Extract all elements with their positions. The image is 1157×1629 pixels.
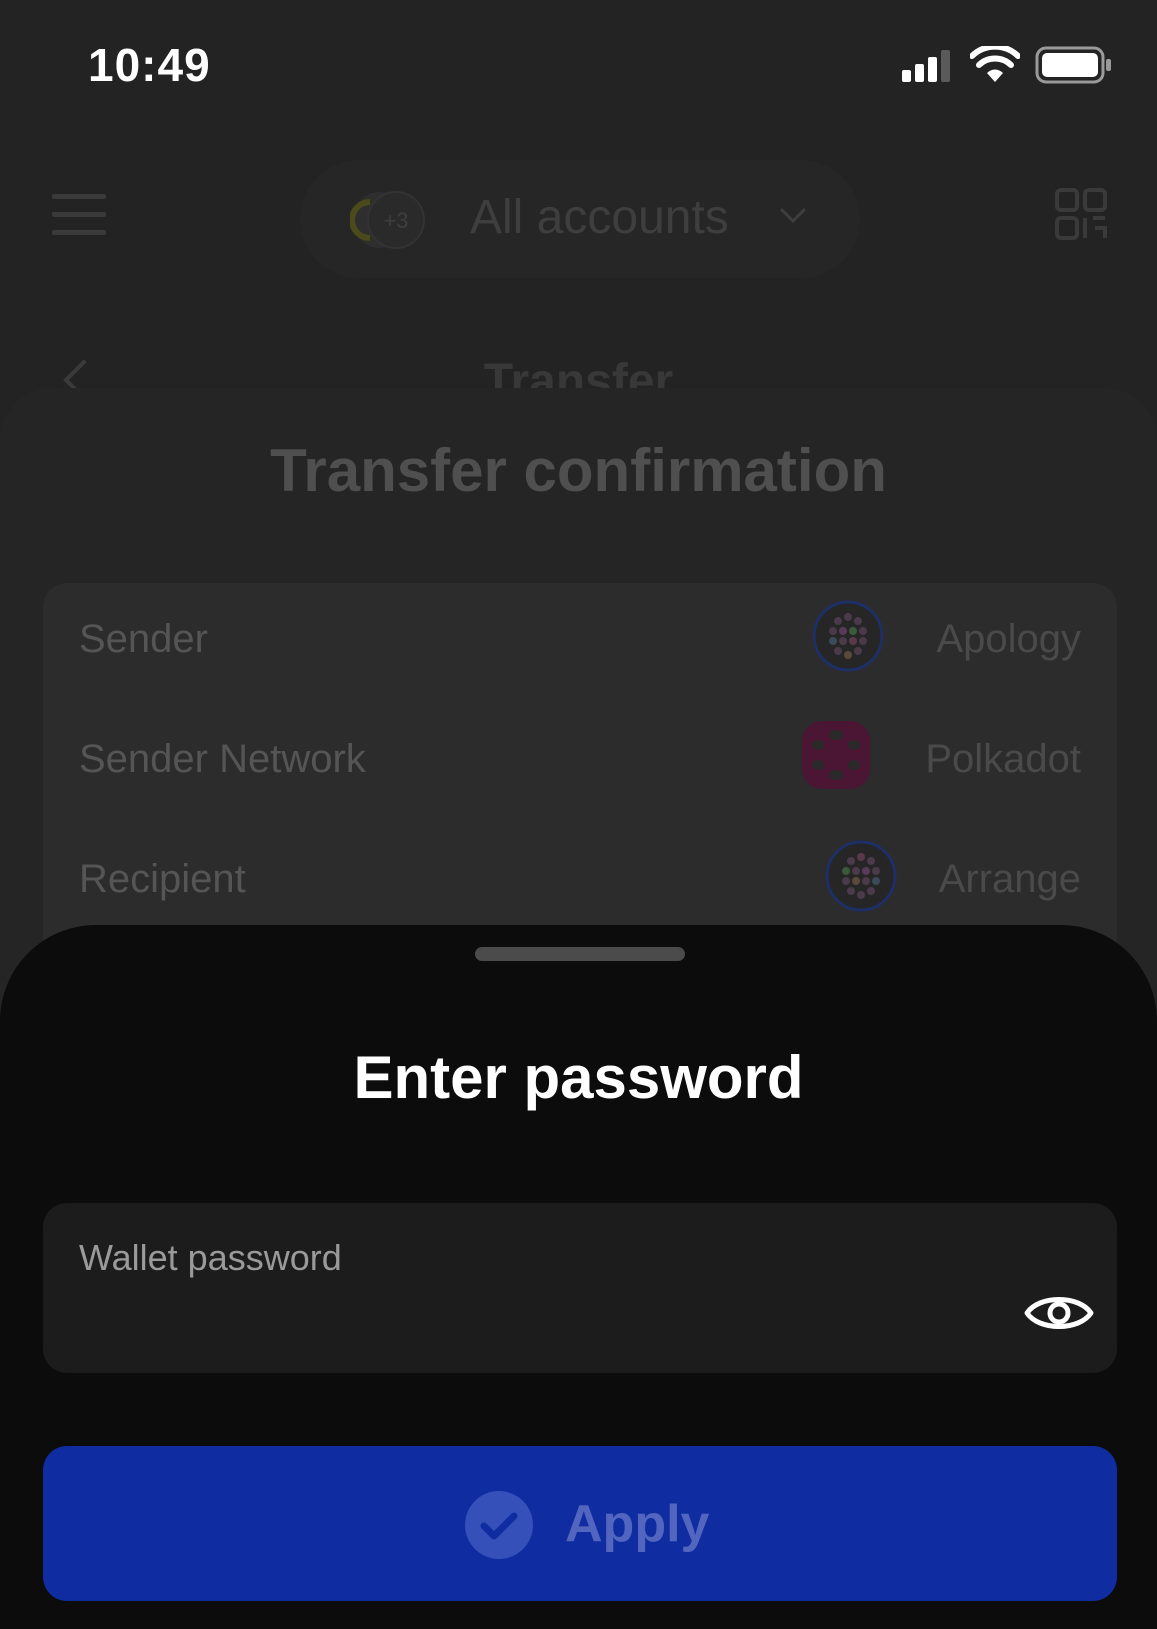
battery-full-icon xyxy=(1035,46,1111,84)
apply-button-label: Apply xyxy=(565,1495,710,1553)
wifi-icon xyxy=(970,46,1020,82)
sheet-drag-handle[interactable] xyxy=(475,947,685,961)
detail-value: Apology xyxy=(936,617,1081,661)
detail-label: Sender Network xyxy=(79,737,366,781)
status-time: 10:49 xyxy=(88,39,211,91)
account-selector-label: All accounts xyxy=(470,191,729,244)
password-field-label: Wallet password xyxy=(79,1237,342,1278)
detail-value: Polkadot xyxy=(925,737,1081,781)
detail-label: Recipient xyxy=(79,857,246,901)
detail-row-recipient: Recipient Arrange xyxy=(43,831,1117,921)
avatar-badge: +3 xyxy=(383,208,408,233)
qr-scan-icon[interactable] xyxy=(1055,188,1107,240)
status-bar: 10:49 xyxy=(0,0,1157,130)
account-selector[interactable]: +3 All accounts xyxy=(300,160,860,278)
chevron-down-icon xyxy=(780,208,806,224)
account-identicon xyxy=(812,600,884,672)
wallet-password-field[interactable]: Wallet password xyxy=(43,1203,1117,1373)
app-screen: 10:49 +3 All accounts Transfer Transfer … xyxy=(0,0,1157,1629)
cellular-signal-icon xyxy=(902,50,950,82)
polkadot-logo-icon xyxy=(802,721,870,789)
detail-label: Sender xyxy=(79,617,208,661)
confirmation-title: Transfer confirmation xyxy=(270,437,887,504)
app-header: +3 All accounts xyxy=(0,160,1157,280)
account-avatar-icon: +3 xyxy=(350,191,425,249)
password-bottom-sheet: Enter password Wallet password Apply xyxy=(0,925,1157,1629)
hamburger-menu-icon[interactable] xyxy=(52,194,106,236)
eye-icon[interactable] xyxy=(1023,1289,1095,1337)
detail-value: Arrange xyxy=(938,857,1081,901)
sheet-title: Enter password xyxy=(353,1044,804,1111)
apply-button[interactable]: Apply xyxy=(43,1446,1117,1601)
account-identicon xyxy=(825,840,897,912)
check-circle-icon xyxy=(465,1491,533,1559)
password-input[interactable] xyxy=(79,1298,983,1350)
detail-row-sender-network: Sender Network Polkadot xyxy=(43,711,1117,801)
detail-row-sender: Sender Apology xyxy=(43,591,1117,681)
